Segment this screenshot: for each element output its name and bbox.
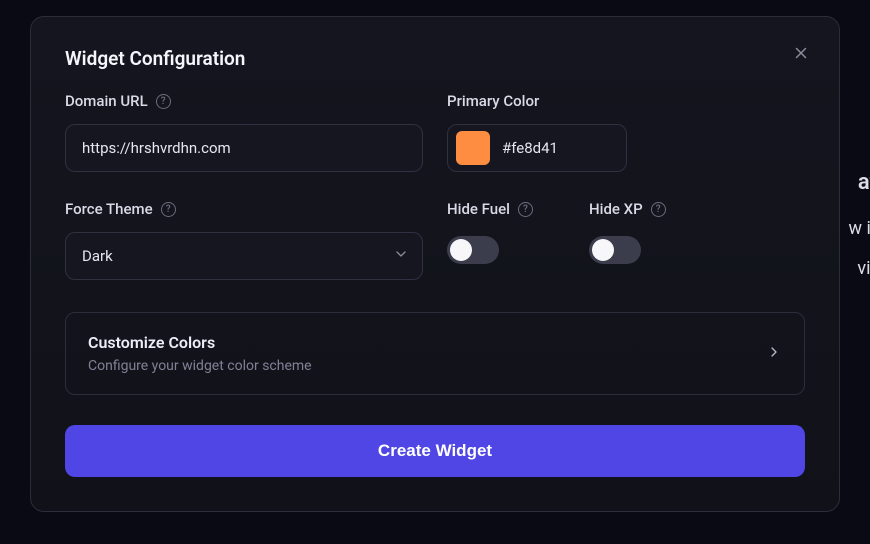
hide-fuel-field: Hide Fuel ? bbox=[447, 200, 533, 280]
background-text: visit bbox=[857, 258, 870, 279]
help-icon[interactable]: ? bbox=[161, 202, 176, 217]
toggle-knob bbox=[450, 239, 472, 261]
domain-url-label: Domain URL bbox=[65, 92, 148, 110]
help-icon[interactable]: ? bbox=[156, 94, 171, 109]
customize-text: Customize Colors Configure your widget c… bbox=[88, 333, 312, 374]
force-theme-label: Force Theme bbox=[65, 200, 153, 218]
force-theme-select[interactable]: Dark bbox=[65, 232, 423, 280]
help-icon[interactable]: ? bbox=[651, 202, 666, 217]
hide-fuel-label: Hide Fuel bbox=[447, 200, 510, 218]
force-theme-value: Dark bbox=[82, 247, 113, 265]
background-text: at t bbox=[858, 170, 870, 195]
modal-title: Widget Configuration bbox=[65, 47, 805, 70]
color-hex-value: #fe8d41 bbox=[502, 139, 558, 157]
primary-color-field: Primary Color #fe8d41 bbox=[447, 92, 805, 172]
customize-title: Customize Colors bbox=[88, 333, 312, 352]
toggle-knob bbox=[592, 239, 614, 261]
close-button[interactable] bbox=[787, 39, 815, 67]
create-widget-button[interactable]: Create Widget bbox=[65, 425, 805, 477]
customize-colors-row[interactable]: Customize Colors Configure your widget c… bbox=[65, 312, 805, 395]
hide-xp-label: Hide XP bbox=[589, 200, 643, 218]
color-swatch bbox=[456, 131, 490, 165]
widget-config-modal: Widget Configuration Domain URL ? Primar… bbox=[30, 16, 840, 512]
primary-color-label: Primary Color bbox=[447, 92, 539, 110]
visibility-toggles: Hide Fuel ? Hide XP ? bbox=[447, 200, 805, 280]
help-icon[interactable]: ? bbox=[518, 202, 533, 217]
primary-color-picker[interactable]: #fe8d41 bbox=[447, 124, 627, 172]
domain-url-input[interactable] bbox=[65, 124, 423, 172]
hide-xp-field: Hide XP ? bbox=[589, 200, 666, 280]
background-text: w it v bbox=[849, 218, 870, 239]
domain-url-field: Domain URL ? bbox=[65, 92, 423, 172]
customize-subtitle: Configure your widget color scheme bbox=[88, 358, 312, 374]
close-icon bbox=[792, 44, 810, 62]
hide-xp-toggle[interactable] bbox=[589, 236, 641, 264]
hide-fuel-toggle[interactable] bbox=[447, 236, 499, 264]
chevron-right-icon bbox=[766, 344, 782, 364]
force-theme-field: Force Theme ? Dark bbox=[65, 200, 423, 280]
